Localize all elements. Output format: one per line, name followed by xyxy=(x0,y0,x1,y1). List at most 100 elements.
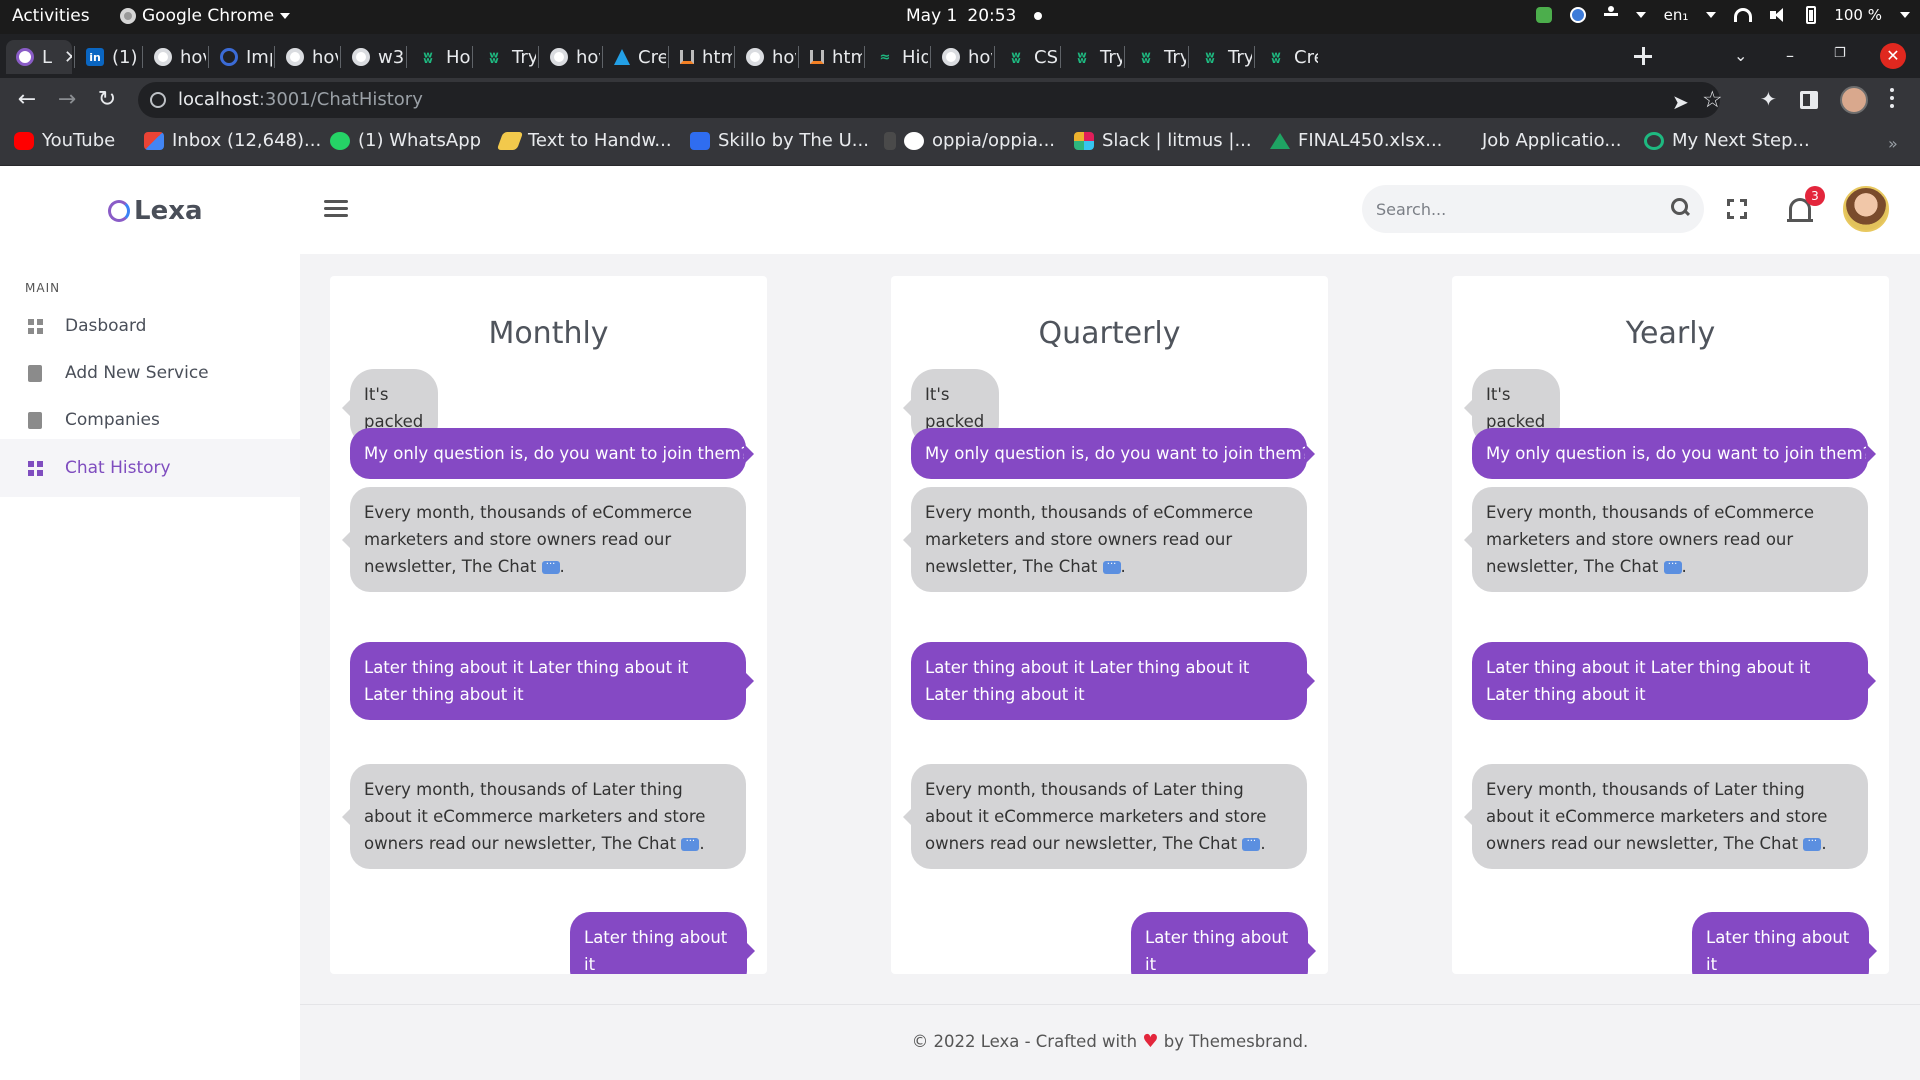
back-icon[interactable]: ← xyxy=(14,87,40,113)
sidebar-section-title: MAIN xyxy=(25,281,61,295)
search-input[interactable] xyxy=(1362,185,1704,233)
flask-icon xyxy=(614,49,630,65)
send-icon[interactable]: ➤ xyxy=(1672,90,1689,114)
close-tab-icon[interactable]: ✕ xyxy=(64,47,72,68)
message-text: Later thing about it Later thing about i… xyxy=(925,658,1250,704)
bookmark-label: Inbox (12,648)... xyxy=(172,130,322,151)
browser-tab[interactable]: hov xyxy=(736,40,796,74)
tab-separator xyxy=(668,46,669,68)
extensions-icon[interactable]: ✦ xyxy=(1760,87,1777,111)
navigation-bar: ← → ↻ localhost:3001/ChatHistory ➤ ☆ ✦ xyxy=(0,78,1920,122)
bookmark-item[interactable]: oppia/oppia... xyxy=(884,130,1055,151)
fullscreen-icon[interactable] xyxy=(1727,199,1747,219)
app-menu[interactable]: Google Chrome xyxy=(120,6,291,26)
bookmark-label: FINAL450.xlsx... xyxy=(1298,130,1443,151)
w-icon: ʬ xyxy=(1141,47,1151,67)
bookmark-item[interactable]: Inbox (12,648)... xyxy=(144,130,321,151)
notifications-button[interactable]: 3 xyxy=(1787,186,1825,226)
url-text[interactable]: localhost:3001/ChatHistory xyxy=(178,89,423,110)
browser-tab[interactable]: ʬ Hov xyxy=(408,40,470,74)
chevron-down-icon[interactable] xyxy=(1900,12,1910,18)
browser-tab[interactable]: ʬ Cre xyxy=(1256,40,1318,74)
sidebar-toggle-icon[interactable] xyxy=(1800,91,1818,109)
chat-card-quarterly: Quarterly It's packed My only question is,… xyxy=(891,276,1328,974)
card-title: Yearly xyxy=(1625,316,1716,351)
wifi-icon[interactable] xyxy=(1734,8,1753,22)
browser-tab[interactable]: hov xyxy=(144,40,206,74)
browser-tab[interactable]: in (1) I xyxy=(76,40,140,74)
accessibility-icon[interactable] xyxy=(1603,6,1618,24)
bookmark-star-icon[interactable]: ☆ xyxy=(1702,87,1723,113)
browser-tab[interactable]: Cre xyxy=(604,40,666,74)
activities-button[interactable]: Activities xyxy=(12,6,90,26)
profile-avatar-icon[interactable] xyxy=(1840,86,1868,114)
browser-tab[interactable]: w3 xyxy=(342,40,404,74)
bookmark-item[interactable]: YouTube xyxy=(14,130,115,151)
browser-tab[interactable]: ʬ Tryi xyxy=(1126,40,1186,74)
bookmark-item[interactable]: My Next Step... xyxy=(1644,130,1810,151)
clock[interactable]: May 1 20:53 xyxy=(906,6,1043,26)
message-tail: . xyxy=(1681,557,1687,576)
browser-tab[interactable]: ʬ Tryi xyxy=(1190,40,1252,74)
outgoing-message: Later thing about it Later thing about i… xyxy=(911,642,1315,720)
bookmarks-overflow-icon[interactable]: » xyxy=(1888,134,1898,153)
reload-icon[interactable]: ↻ xyxy=(94,87,120,113)
browser-tab[interactable]: htm xyxy=(800,40,862,74)
bookmark-label: oppia/oppia... xyxy=(932,130,1056,151)
restore-icon[interactable]: ❐ xyxy=(1834,46,1846,61)
chat-card-yearly: Yearly It's packed My only question is, do… xyxy=(1452,276,1889,974)
browser-tab[interactable]: Imp xyxy=(210,40,272,74)
forward-icon[interactable]: → xyxy=(54,87,80,113)
outgoing-message: My only question is, do you want to join… xyxy=(350,428,754,479)
keyboard-language[interactable]: en₁ xyxy=(1664,6,1689,24)
google-icon xyxy=(942,48,960,66)
chevron-down-icon[interactable] xyxy=(1635,12,1646,18)
more-menu-icon[interactable] xyxy=(1890,88,1894,110)
tab-label: hov xyxy=(968,46,992,68)
bookmark-item[interactable]: Text to Handw... xyxy=(496,130,672,151)
browser-tab[interactable]: ʬ Tryi xyxy=(1062,40,1122,74)
outgoing-message: My only question is, do you want to join… xyxy=(1472,428,1876,479)
battery-icon[interactable] xyxy=(1806,6,1817,24)
bookmark-item[interactable]: FINAL450.xlsx... xyxy=(1270,130,1442,151)
sidebar-item-chat-history[interactable]: Chat History xyxy=(0,439,300,497)
volume-icon[interactable] xyxy=(1770,8,1788,22)
browser-tab[interactable]: L ✕ xyxy=(6,40,72,74)
message-tail: . xyxy=(699,834,705,853)
tab-search-chevron-icon[interactable]: ⌄ xyxy=(1734,46,1747,65)
user-avatar[interactable] xyxy=(1843,186,1889,232)
outgoing-message: Later thing about it xyxy=(1131,912,1316,974)
tab-separator xyxy=(1188,46,1189,68)
browser-tab[interactable]: ʬ CSS xyxy=(996,40,1058,74)
heart-icon: ♥ xyxy=(1142,1031,1159,1052)
search-icon[interactable] xyxy=(1671,198,1689,216)
site-info-icon[interactable] xyxy=(150,92,166,108)
browser-tab[interactable]: hov xyxy=(276,40,338,74)
address-bar[interactable]: localhost:3001/ChatHistory ➤ ☆ xyxy=(138,82,1723,118)
close-window-icon[interactable]: ✕ xyxy=(1880,43,1906,69)
browser-tab[interactable]: hov xyxy=(540,40,600,74)
bookmark-item[interactable]: (1) WhatsApp xyxy=(330,130,481,151)
bookmark-item[interactable]: Job Applicatio... xyxy=(1482,130,1621,151)
bookmark-item[interactable]: Skillo by The U... xyxy=(690,130,869,151)
sync-icon[interactable] xyxy=(1569,7,1586,23)
shield-icon[interactable] xyxy=(1535,7,1552,23)
browser-tab[interactable]: hov xyxy=(932,40,992,74)
browser-tab[interactable]: ʬ Tryi xyxy=(474,40,536,74)
chevron-down-icon[interactable] xyxy=(1706,12,1717,18)
w-icon: ʬ xyxy=(1205,47,1215,67)
bookmark-label: YouTube xyxy=(42,130,116,151)
bookmark-item[interactable]: Slack | litmus |... xyxy=(1074,130,1252,151)
browser-tab[interactable]: ≈ Hid xyxy=(866,40,928,74)
grid-icon xyxy=(28,318,43,334)
tab-separator xyxy=(734,46,735,68)
tab-separator xyxy=(864,46,865,68)
logo[interactable]: Lexa xyxy=(108,196,203,226)
main-content: Monthly It's packed My only question is, d… xyxy=(300,254,1920,1000)
new-tab-icon[interactable] xyxy=(1632,45,1654,67)
footer-prefix: © 2022 Lexa - Crafted with xyxy=(911,1032,1138,1051)
menu-toggle-icon[interactable] xyxy=(324,200,348,218)
browser-tab[interactable]: htm xyxy=(670,40,732,74)
github-icon xyxy=(904,131,924,150)
minimize-icon[interactable]: – xyxy=(1786,46,1794,65)
